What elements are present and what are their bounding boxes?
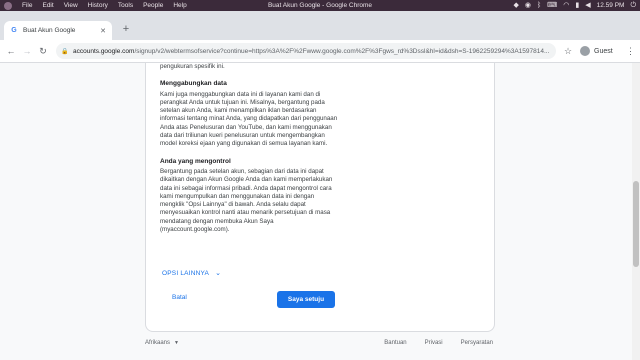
- menu-file[interactable]: File: [22, 2, 32, 9]
- url-text[interactable]: accounts.google.com/signup/v2/webtermsof…: [73, 48, 556, 55]
- footer-link-privacy[interactable]: Privasi: [425, 340, 443, 346]
- more-options-button[interactable]: OPSI LAINNYA ⌄: [162, 269, 222, 278]
- more-menu-icon[interactable]: ⋮: [626, 44, 635, 58]
- terms-content: pengukuran spesifik ini. Menggabungkan d…: [160, 63, 340, 234]
- scrollbar-thumb[interactable]: [633, 181, 639, 267]
- bluetooth-icon[interactable]: ᛒ: [537, 0, 541, 11]
- tab-buat-akun-google[interactable]: G Buat Akun Google ✕: [4, 21, 112, 40]
- menu-history[interactable]: History: [88, 2, 108, 9]
- terms-card: pengukuran spesifik ini. Menggabungkan d…: [145, 63, 495, 332]
- battery-icon[interactable]: ▮: [575, 0, 579, 11]
- section-heading-combining-data: Menggabungkan data: [160, 80, 227, 88]
- section-body-combining-data: Kami juga menggabungkan data ini di laya…: [160, 90, 338, 148]
- menu-tools[interactable]: Tools: [118, 2, 133, 9]
- more-options-label: OPSI LAINNYA: [162, 269, 210, 277]
- footer-links: Bantuan Privasi Persyaratan: [384, 340, 493, 346]
- menu-help[interactable]: Help: [173, 2, 186, 9]
- forward-arrow-icon[interactable]: →: [20, 44, 34, 58]
- url-path: /signup/v2/webtermsofservice?continue=ht…: [134, 47, 550, 55]
- tab-title: Buat Akun Google: [23, 27, 76, 34]
- section-heading-you-control: Anda yang mengontrol: [160, 157, 231, 165]
- wifi-icon[interactable]: ◠: [563, 0, 569, 11]
- system-tray: ◆ ◉ ᛒ ⌨ ◠ ▮ ◀ 12.59 PM ⏻: [513, 0, 636, 11]
- footer-link-help[interactable]: Bantuan: [384, 340, 406, 346]
- cut-off-line: pengukuran spesifik ini.: [160, 63, 225, 70]
- guest-avatar-icon: [580, 46, 590, 56]
- footer-link-terms[interactable]: Persyaratan: [461, 340, 493, 346]
- system-top-bar: File Edit View History Tools People Help…: [0, 0, 640, 11]
- close-tab-icon[interactable]: ✕: [98, 27, 108, 35]
- section-body-you-control: Bergantung pada setelan akun, sebagian d…: [160, 167, 333, 234]
- menu-edit[interactable]: Edit: [42, 2, 53, 9]
- page-scrollbar[interactable]: [632, 63, 640, 360]
- google-favicon-icon: G: [11, 26, 17, 34]
- system-clock[interactable]: 12.59 PM: [597, 2, 625, 9]
- back-arrow-icon[interactable]: ←: [4, 44, 18, 58]
- browser-toolbar: ← → ↻ 🔒 accounts.google.com/signup/v2/we…: [0, 40, 640, 63]
- language-label: Afrikaans: [145, 340, 171, 346]
- profile-label: Guest: [594, 47, 613, 55]
- network-icon[interactable]: ◉: [525, 0, 531, 11]
- menu-view[interactable]: View: [64, 2, 78, 9]
- agree-button[interactable]: Saya setuju: [277, 291, 335, 308]
- reload-icon[interactable]: ↻: [36, 44, 50, 58]
- keyboard-icon[interactable]: ⌨: [547, 0, 557, 11]
- app-menu-bar: File Edit View History Tools People Help: [0, 0, 197, 11]
- page-viewport: pengukuran spesifik ini. Menggabungkan d…: [0, 63, 640, 360]
- profile-button[interactable]: Guest: [580, 44, 613, 58]
- dropdown-arrow-icon: ▼: [174, 340, 179, 346]
- bookmark-star-icon[interactable]: ☆: [562, 44, 574, 58]
- chevron-down-icon: ⌄: [215, 270, 222, 277]
- volume-icon[interactable]: ◀: [585, 0, 590, 11]
- lock-icon[interactable]: 🔒: [61, 48, 69, 55]
- address-bar[interactable]: 🔒 accounts.google.com/signup/v2/webterms…: [56, 43, 556, 59]
- language-selector[interactable]: Afrikaans ▼: [145, 340, 179, 346]
- power-icon[interactable]: ⏻: [630, 0, 636, 11]
- chrome-app-icon[interactable]: [4, 1, 12, 10]
- dropbox-icon[interactable]: ◆: [513, 0, 518, 11]
- new-tab-button[interactable]: +: [120, 23, 132, 35]
- menu-people[interactable]: People: [143, 2, 163, 9]
- url-host: accounts.google.com: [73, 47, 135, 55]
- cancel-button[interactable]: Batal: [172, 294, 187, 301]
- tab-strip: G Buat Akun Google ✕ +: [0, 11, 640, 40]
- page-footer: Afrikaans ▼ Bantuan Privasi Persyaratan: [145, 340, 493, 352]
